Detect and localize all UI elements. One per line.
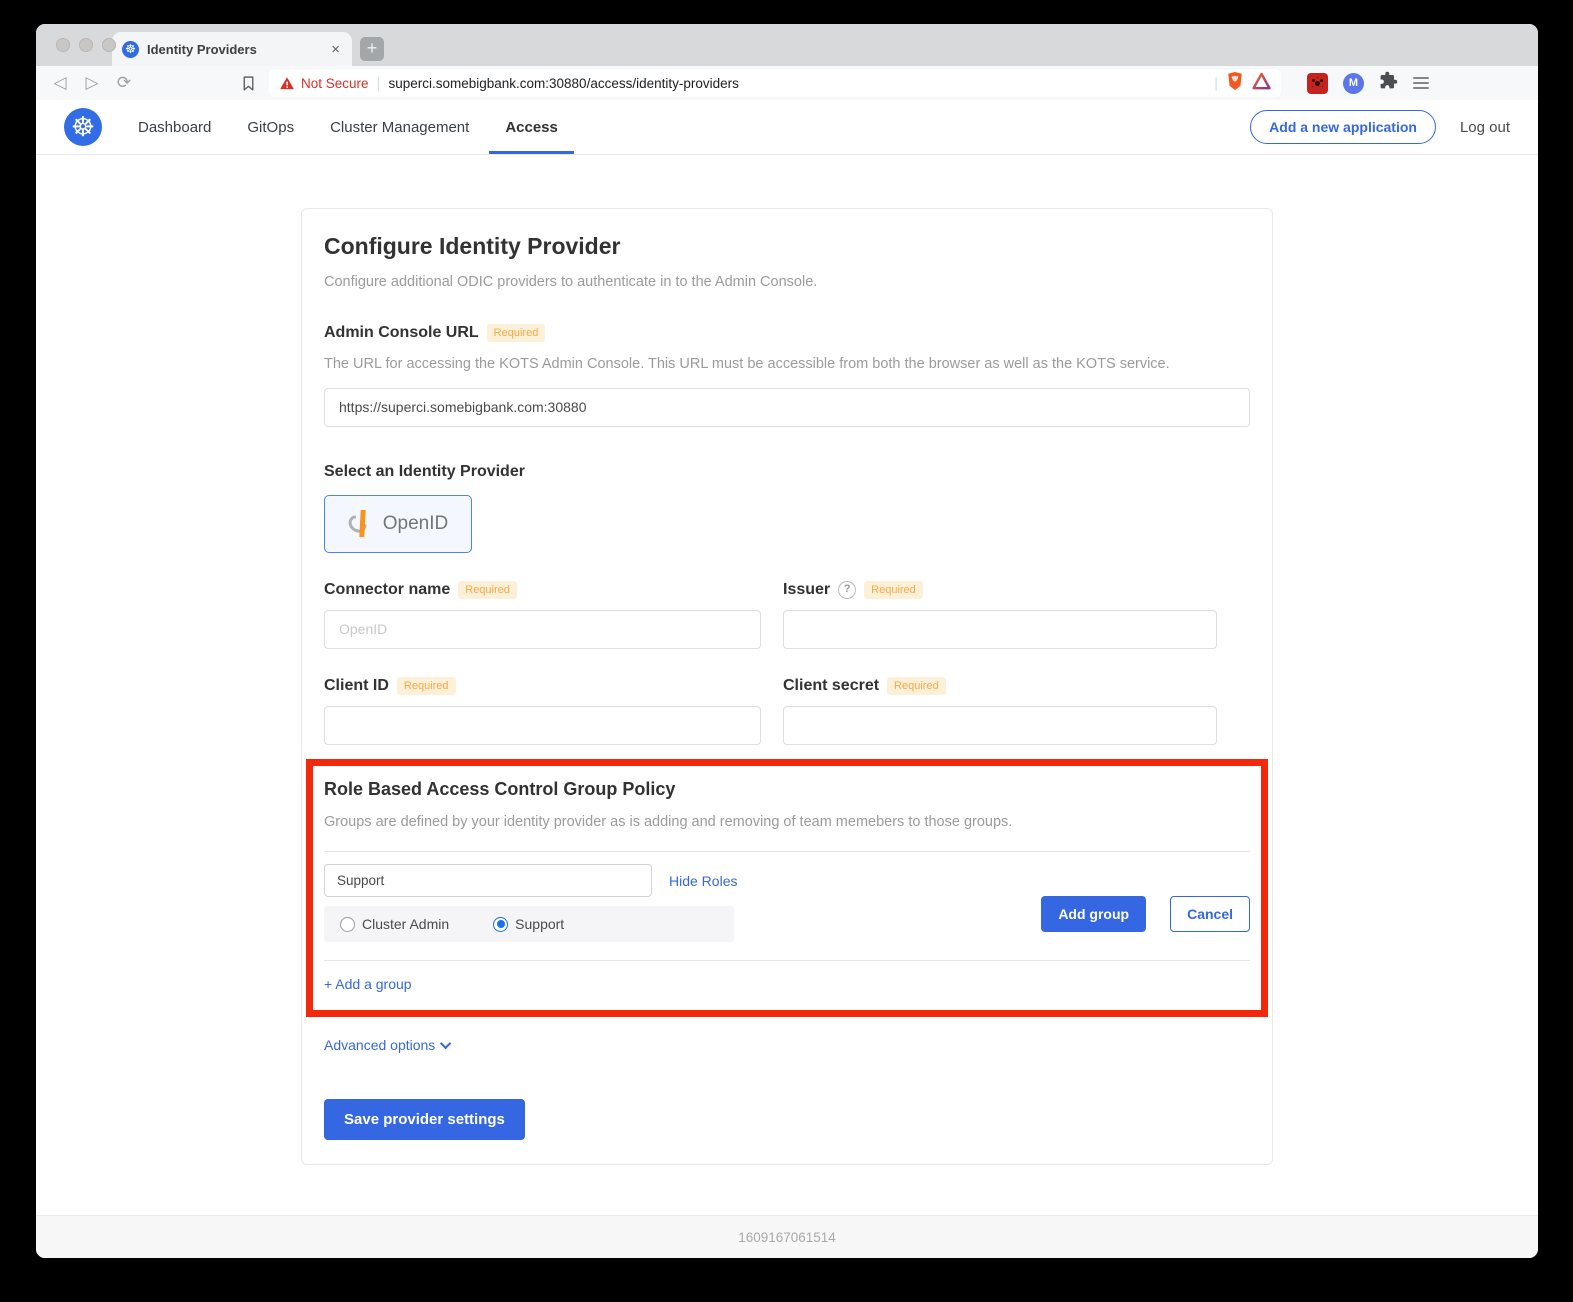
divider [324, 851, 1250, 852]
group-actions: Add group Cancel [1041, 864, 1250, 942]
admin-console-url-input[interactable] [324, 388, 1250, 427]
nav-items: Dashboard GitOps Cluster Management Acce… [138, 100, 558, 154]
required-badge: Required [458, 581, 517, 599]
page-content: Configure Identity Provider Configure ad… [36, 155, 1538, 1215]
maximize-window-button[interactable] [102, 38, 116, 52]
reload-icon[interactable]: ⟳ [110, 73, 138, 93]
tab-close-icon[interactable]: × [329, 41, 342, 58]
role-label: Support [515, 916, 564, 932]
extensions-puzzle-icon[interactable] [1379, 71, 1398, 95]
url-separator: | [377, 75, 381, 92]
advanced-options-label[interactable]: Advanced options [324, 1037, 435, 1053]
group-name-input[interactable] [324, 864, 652, 897]
footer-bar: 1609167061514 [36, 1215, 1538, 1258]
browser-tab[interactable]: ☸ Identity Providers × [112, 32, 352, 66]
close-window-button[interactable] [56, 38, 70, 52]
add-a-group-link[interactable]: + Add a group [324, 976, 412, 992]
minimize-window-button[interactable] [79, 38, 93, 52]
new-tab-button[interactable]: + [360, 37, 384, 61]
advanced-options-toggle[interactable]: Advanced options [324, 1037, 1250, 1053]
client-secret-input[interactable] [783, 706, 1217, 745]
url-text[interactable]: superci.somebigbank.com:30880/access/ide… [388, 76, 1206, 91]
client-id-label: Client ID Required [324, 677, 761, 695]
nav-item-dashboard[interactable]: Dashboard [138, 100, 211, 154]
brave-shield-icon[interactable] [1226, 71, 1244, 96]
kubernetes-logo-icon[interactable]: ☸ [64, 108, 102, 146]
chevron-down-icon [440, 1038, 451, 1049]
required-badge: Required [887, 677, 946, 695]
rbac-highlighted-section: Role Based Access Control Group Policy G… [306, 759, 1268, 1018]
required-badge: Required [397, 677, 456, 695]
client-id-input[interactable] [324, 706, 761, 745]
forward-icon[interactable]: ▷ [78, 73, 106, 93]
back-icon[interactable]: ◁ [46, 73, 74, 93]
not-secure-warning[interactable]: Not Secure [279, 76, 369, 91]
cancel-button[interactable]: Cancel [1170, 896, 1250, 932]
url-separator: | [1214, 75, 1218, 92]
issuer-input[interactable] [783, 610, 1217, 649]
openid-label: OpenID [383, 513, 448, 535]
nav-item-cluster-management[interactable]: Cluster Management [330, 100, 469, 154]
tab-title: Identity Providers [147, 42, 321, 57]
admin-console-url-help: The URL for accessing the KOTS Admin Con… [324, 354, 1250, 376]
role-option-cluster-admin[interactable]: Cluster Admin [340, 916, 449, 932]
client-secret-label: Client secret Required [783, 677, 1217, 695]
help-icon[interactable]: ? [838, 581, 856, 599]
required-badge: Required [864, 581, 923, 599]
openid-provider-button[interactable]: OpenID [324, 495, 472, 553]
roles-radio-group: Cluster Admin Support [324, 906, 734, 942]
required-badge: Required [487, 324, 546, 342]
admin-console-url-label: Admin Console URL Required [324, 324, 1250, 342]
app-navbar: ☸ Dashboard GitOps Cluster Management Ac… [36, 100, 1538, 155]
rbac-title: Role Based Access Control Group Policy [324, 779, 1250, 800]
add-group-button[interactable]: Add group [1041, 896, 1146, 932]
role-label: Cluster Admin [362, 916, 449, 932]
divider [324, 960, 1250, 961]
browser-window: ☸ Identity Providers × + ◁ ▷ ⟳ Not Secur… [36, 24, 1538, 1258]
rbac-subtitle: Groups are defined by your identity prov… [324, 812, 1250, 834]
connector-name-input[interactable] [324, 610, 761, 649]
role-option-support[interactable]: Support [493, 916, 564, 932]
logout-link[interactable]: Log out [1460, 119, 1510, 136]
save-provider-settings-button[interactable]: Save provider settings [324, 1099, 525, 1140]
page-subtitle: Configure additional ODIC providers to a… [324, 272, 1250, 294]
browser-toolbar: ◁ ▷ ⟳ Not Secure | superci.somebigbank.c… [36, 66, 1538, 100]
footer-timestamp: 1609167061514 [738, 1230, 836, 1245]
identity-provider-card: Configure Identity Provider Configure ad… [301, 208, 1273, 1165]
radio-unchecked-icon[interactable] [340, 917, 355, 932]
kubernetes-favicon-icon: ☸ [122, 41, 139, 58]
page-title: Configure Identity Provider [324, 233, 1250, 260]
connector-name-label: Connector name Required [324, 581, 761, 599]
nav-right: Add a new application Log out [1250, 110, 1510, 144]
hide-roles-link[interactable]: Hide Roles [669, 873, 737, 889]
openid-logo-icon [348, 510, 374, 538]
nav-item-gitops[interactable]: GitOps [247, 100, 294, 154]
window-controls[interactable] [56, 38, 116, 52]
browser-menu-icon[interactable] [1413, 77, 1429, 89]
tab-strip: ☸ Identity Providers × + [36, 24, 1538, 66]
profile-avatar[interactable]: M [1343, 73, 1364, 94]
nav-item-access[interactable]: Access [505, 100, 558, 154]
url-bar[interactable]: Not Secure | superci.somebigbank.com:308… [269, 69, 1281, 97]
bookmark-icon[interactable] [240, 75, 257, 92]
add-new-application-button[interactable]: Add a new application [1250, 110, 1436, 144]
select-idp-label: Select an Identity Provider [324, 463, 1250, 481]
brave-rewards-icon[interactable] [1252, 72, 1271, 95]
radio-checked-icon[interactable] [493, 917, 508, 932]
adblock-extension-icon[interactable] [1307, 73, 1328, 94]
extension-area: M [1307, 71, 1429, 95]
group-row: Hide Roles Cluster Admin Support [324, 864, 1250, 942]
warning-triangle-icon [279, 76, 295, 91]
issuer-label: Issuer ? Required [783, 581, 1217, 599]
